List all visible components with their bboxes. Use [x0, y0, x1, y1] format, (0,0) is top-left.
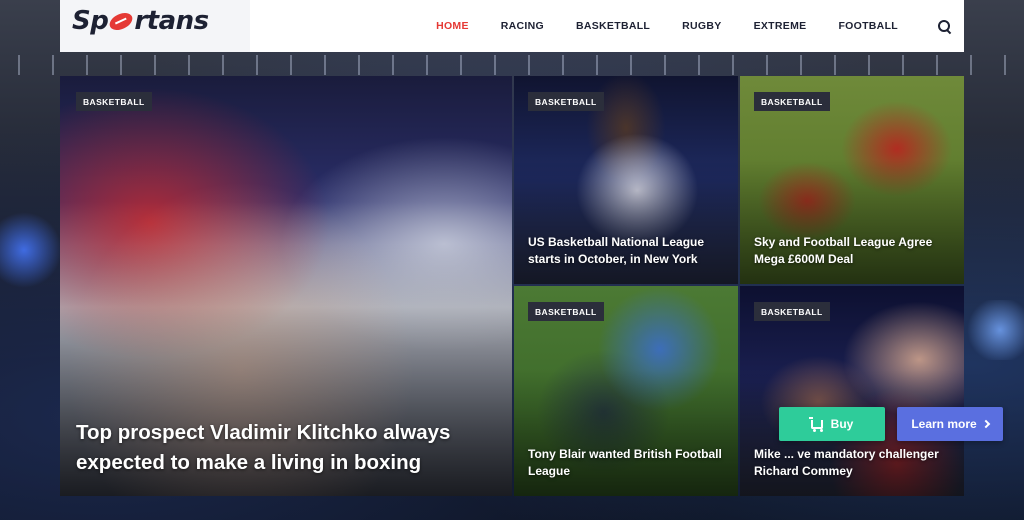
stadium-lights — [0, 55, 1024, 75]
nav-item-extreme[interactable]: EXTREME — [754, 20, 807, 32]
featured-article-card[interactable]: BASKETBALL Top prospect Vladimir Klitchk… — [60, 76, 512, 496]
logo-text-left: Sp — [72, 6, 109, 36]
article-title[interactable]: Mike ... ve mandatory challenger Richard… — [754, 446, 954, 480]
nav-item-football[interactable]: FOOTBALL — [838, 20, 898, 32]
cart-icon — [808, 416, 823, 432]
learn-more-button[interactable]: Learn more — [897, 407, 1003, 441]
nav-item-racing[interactable]: RACING — [501, 20, 544, 32]
nav-item-basketball[interactable]: BASKETBALL — [576, 20, 650, 32]
site-logo[interactable]: Sp rtans — [72, 6, 209, 36]
article-card[interactable]: BASKETBALL US Basketball National League… — [514, 76, 738, 284]
category-badge[interactable]: BASKETBALL — [528, 92, 604, 111]
article-card[interactable]: BASKETBALL Tony Blair wanted British Foo… — [514, 286, 738, 496]
chevron-right-icon — [981, 419, 990, 429]
article-card[interactable]: BASKETBALL Sky and Football League Agree… — [740, 76, 964, 284]
article-title[interactable]: Sky and Football League Agree Mega £600M… — [754, 234, 954, 268]
category-badge[interactable]: BASKETBALL — [754, 92, 830, 111]
main-nav: HOME RACING BASKETBALL RUGBY EXTREME FOO… — [436, 0, 950, 52]
search-icon[interactable] — [938, 20, 950, 32]
article-title[interactable]: Top prospect Vladimir Klitchko always ex… — [76, 418, 496, 478]
logo-area: Sp rtans — [60, 0, 250, 52]
rugby-ball-icon — [107, 9, 136, 34]
category-badge[interactable]: BASKETBALL — [76, 92, 152, 111]
background-light — [0, 210, 60, 290]
nav-item-home[interactable]: HOME — [436, 20, 469, 32]
category-badge[interactable]: BASKETBALL — [528, 302, 604, 321]
background-light — [964, 300, 1024, 360]
buy-button[interactable]: Buy — [779, 407, 885, 441]
nav-item-rugby[interactable]: RUGBY — [682, 20, 721, 32]
buy-button-label: Buy — [830, 417, 854, 431]
site-header: Sp rtans HOME RACING BASKETBALL RUGBY EXT… — [60, 0, 964, 52]
article-title[interactable]: US Basketball National League starts in … — [528, 234, 728, 268]
article-card[interactable]: BASKETBALL Mike ... ve mandatory challen… — [740, 286, 964, 496]
category-badge[interactable]: BASKETBALL — [754, 302, 830, 321]
article-title[interactable]: Tony Blair wanted British Football Leagu… — [528, 446, 728, 480]
learn-more-button-label: Learn more — [911, 417, 977, 431]
logo-text-right: rtans — [134, 6, 209, 36]
